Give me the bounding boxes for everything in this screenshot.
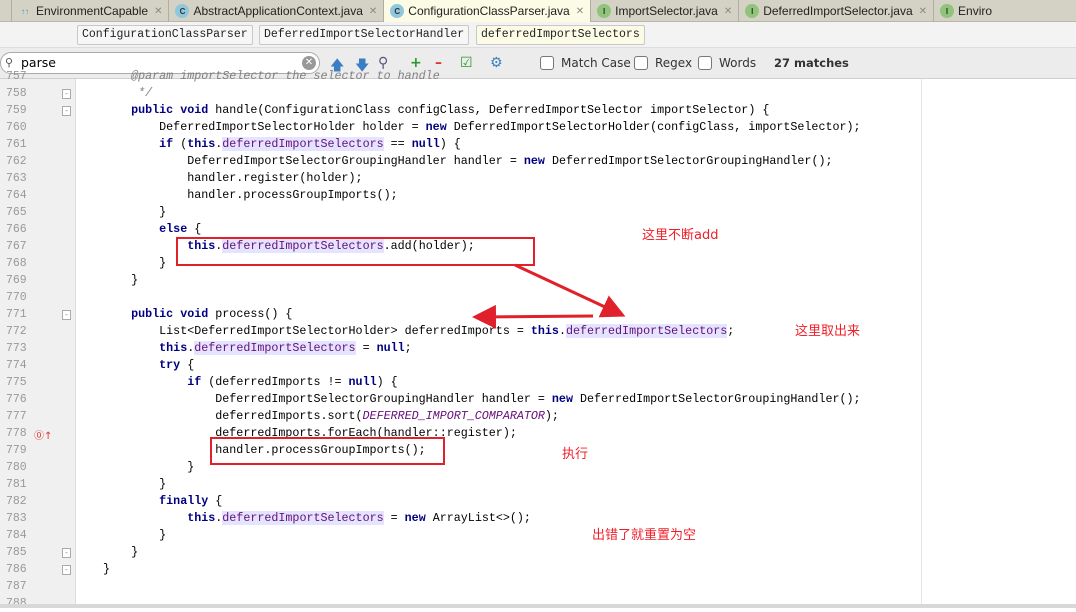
annotation-reset: 出错了就重置为空 [592,528,697,543]
arrow-left [472,304,594,329]
annotation-arrows [472,263,626,329]
annotation-take: 这里取出来 [795,324,861,339]
annotation-exec: 执行 [562,447,589,462]
annotation-add: 这里不断add [642,228,719,243]
horizontal-scrollbar[interactable] [0,604,1076,608]
arrow-to-take [514,263,626,318]
